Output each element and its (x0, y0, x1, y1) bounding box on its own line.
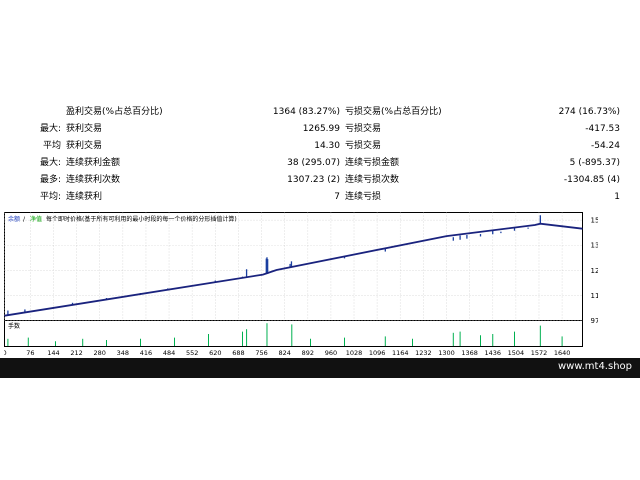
x-tick-label: 1232 (415, 349, 432, 357)
loss-metric-value: 1 (614, 192, 620, 202)
volume-label: 手数 (8, 322, 20, 330)
legend-balance: 余额 (8, 215, 20, 223)
site-url: www.mt4.shop (557, 361, 632, 372)
row-label: 平均 (42, 141, 61, 151)
loss-metric-name: 连续亏损次数 (345, 175, 400, 185)
stats-row: 最大: 获利交易 1265.99 亏损交易 -417.53 (0, 121, 640, 138)
loss-metric-name: 连续亏损 (345, 192, 382, 202)
x-tick-label: 484 (163, 349, 175, 357)
profit-metric-name: 获利交易 (66, 141, 103, 151)
loss-metric-value: -1304.85 (4) (563, 175, 620, 185)
legend-equity: 净值 (30, 215, 42, 223)
profit-metric-value: 38 (295.07) (287, 158, 340, 168)
profit-metric-name: 连续获利金额 (66, 158, 121, 168)
x-tick-label: 1640 (554, 349, 571, 357)
profit-metric-value: 14.30 (314, 141, 340, 151)
stats-row: 最多: 连续获利次数 1307.23 (2) 连续亏损次数 -1304.85 (… (0, 172, 640, 189)
stats-row: 平均 获利交易 14.30 亏损交易 -54.24 (0, 138, 640, 155)
loss-metric-value: -417.53 (585, 124, 620, 134)
loss-metric-name: 连续亏损金额 (345, 158, 400, 168)
x-tick-label: 0 (4, 349, 7, 357)
y-tick-label: 11101 (591, 292, 599, 300)
legend-description: 每个即时价格(基于所有可利用的最小时段的每一个价格的分形插值计算) (46, 215, 237, 223)
loss-metric-name: 亏损交易 (345, 141, 382, 151)
x-tick-label: 1368 (461, 349, 478, 357)
x-tick-label: 1028 (346, 349, 363, 357)
x-tick-label: 144 (47, 349, 59, 357)
balance-chart: 15185 13823 12462 11101 9739 0 76 144 212 280 348… (4, 212, 598, 358)
loss-metric-value: 5 (-895.37) (569, 158, 620, 168)
x-tick-label: 1164 (392, 349, 409, 357)
y-tick-label: 9739 (591, 317, 599, 325)
y-tick-label: 13823 (591, 242, 599, 250)
profit-metric-value: 1265.99 (302, 124, 340, 134)
profit-metric-value: 1364 (83.27%) (272, 107, 340, 117)
x-tick-label: 212 (70, 349, 82, 357)
loss-metric-value: 274 (16.73%) (558, 107, 620, 117)
x-tick-label: 552 (186, 349, 198, 357)
x-tick-label: 1300 (438, 349, 455, 357)
x-tick-label: 892 (302, 349, 314, 357)
x-tick-label: 1572 (531, 349, 548, 357)
row-label: 平均: (39, 192, 61, 202)
x-tick-label: 824 (278, 349, 290, 357)
x-tick-label: 1436 (484, 349, 501, 357)
row-label: 最大: (39, 158, 61, 168)
profit-metric-name: 盈利交易(%占总百分比) (66, 107, 163, 117)
x-tick-label: 960 (325, 349, 337, 357)
loss-metric-name: 亏损交易(%占总百分比) (345, 107, 442, 117)
stats-row: 最大: 连续获利金额 38 (295.07) 连续亏损金额 5 (-895.37… (0, 155, 640, 172)
y-tick-label: 12462 (591, 267, 599, 275)
profit-metric-value: 1307.23 (2) (287, 175, 340, 185)
profit-metric-name: 连续获利次数 (66, 175, 121, 185)
x-tick-label: 1504 (508, 349, 525, 357)
stats-table: 盈利交易(%占总百分比) 1364 (83.27%) 亏损交易(%占总百分比) … (0, 104, 640, 212)
x-tick-label: 348 (117, 349, 129, 357)
row-label: 最多: (39, 175, 61, 185)
balance-chart-svg: 15185 13823 12462 11101 9739 0 76 144 212 280 348… (4, 212, 599, 357)
profit-metric-value: 7 (334, 192, 340, 202)
stats-row: 平均: 连续获利 7 连续亏损 1 (0, 189, 640, 206)
profit-metric-name: 连续获利 (66, 192, 103, 202)
x-tick-label: 416 (140, 349, 152, 357)
x-tick-label: 620 (209, 349, 221, 357)
x-tick-label: 76 (26, 349, 34, 357)
stats-row: 盈利交易(%占总百分比) 1364 (83.27%) 亏损交易(%占总百分比) … (0, 104, 640, 121)
loss-metric-value: -54.24 (590, 141, 620, 151)
x-tick-label: 280 (93, 349, 105, 357)
loss-metric-name: 亏损交易 (345, 124, 382, 134)
row-label: 最大: (39, 124, 61, 134)
volume-plot-frame (4, 320, 583, 347)
x-tick-label: 1096 (369, 349, 386, 357)
profit-metric-name: 获利交易 (66, 124, 103, 134)
x-tick-label: 756 (255, 349, 267, 357)
y-tick-label: 15185 (591, 217, 599, 225)
x-tick-label: 688 (232, 349, 244, 357)
site-footer: www.mt4.shop (0, 358, 640, 378)
